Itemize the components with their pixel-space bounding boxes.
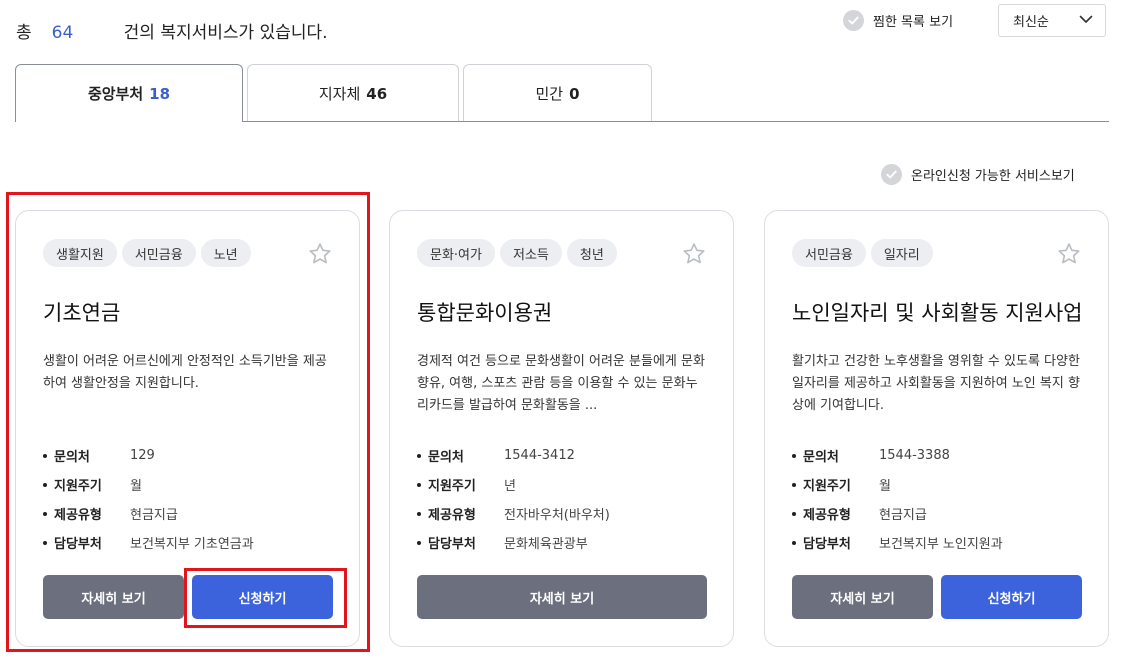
info-row-type: 제공유형 현금지급 — [792, 499, 1003, 528]
card-tags: 문화·여가 저소득 청년 — [417, 239, 622, 267]
service-card: 문화·여가 저소득 청년 통합문화이용권 경제적 여건 등으로 문화생활이 어려… — [389, 210, 734, 647]
card-tags: 서민금융 일자리 — [792, 239, 938, 267]
info-value: 전자바우처(바우처) — [504, 508, 610, 523]
info-value: 1544-3388 — [879, 448, 950, 463]
star-icon[interactable] — [681, 241, 707, 267]
favorites-toggle[interactable]: 찜한 목록 보기 — [843, 10, 953, 31]
tab-count: 18 — [149, 84, 171, 103]
info-row-contact: 문의처 1544-3412 — [417, 441, 610, 470]
info-value: 년 — [504, 479, 516, 494]
info-value: 보건복지부 노인지원과 — [879, 537, 1003, 552]
summary-suffix: 건의 복지서비스가 있습니다. — [123, 23, 328, 43]
summary-prefix: 총 — [16, 23, 32, 43]
online-application-toggle[interactable]: 온라인신청 가능한 서비스보기 — [881, 164, 1075, 185]
sort-selected-value: 최신순 — [1013, 15, 1049, 30]
info-row-type: 제공유형 전자바우처(바우처) — [417, 499, 610, 528]
card-description: 경제적 여건 등으로 문화생활이 어려운 분들에게 문화 향유, 여행, 스포츠… — [417, 354, 705, 413]
card-actions: 자세히 보기 — [417, 575, 707, 619]
info-value: 월 — [879, 479, 891, 494]
online-toggle-label: 온라인신청 가능한 서비스보기 — [911, 169, 1075, 184]
highlight-box-apply-button — [184, 568, 347, 628]
info-label: 제공유형 — [428, 508, 476, 523]
tab-central[interactable]: 중앙부처 18 — [15, 64, 243, 122]
result-count: 64 — [51, 23, 74, 43]
sort-select[interactable]: 최신순 — [998, 4, 1106, 37]
tab-private[interactable]: 민간 0 — [463, 64, 652, 122]
card-title: 노인일자리 및 사회활동 지원사업 — [792, 301, 1083, 325]
info-row-dept: 담당부처 보건복지부 노인지원과 — [792, 528, 1003, 557]
category-tabs: 중앙부처 18 지자체 46 민간 0 — [15, 64, 656, 122]
tab-label: 지자체 — [318, 85, 361, 103]
check-icon — [881, 164, 902, 185]
card-title: 통합문화이용권 — [417, 301, 553, 325]
card-description: 활기차고 건강한 노후생활을 영위할 수 있도록 다양한 일자리를 제공하고 사… — [792, 354, 1080, 413]
tag: 일자리 — [870, 239, 933, 267]
tab-local[interactable]: 지자체 46 — [247, 64, 459, 122]
tab-divider — [243, 121, 1109, 122]
info-row-dept: 담당부처 문화체육관광부 — [417, 528, 610, 557]
tab-label: 중앙부처 — [87, 85, 144, 103]
star-icon[interactable] — [1056, 241, 1082, 267]
info-label: 문의처 — [428, 450, 464, 465]
tab-count: 46 — [366, 84, 388, 103]
info-label: 지원주기 — [803, 479, 851, 494]
chevron-down-icon — [1079, 13, 1093, 28]
tag: 저소득 — [499, 239, 562, 267]
info-value: 현금지급 — [879, 508, 927, 523]
card-info: 문의처 1544-3388 지원주기 월 제공유형 현금지급 담당부처 보건복지부 노인… — [792, 441, 1003, 557]
info-label: 담당부처 — [803, 537, 851, 552]
tag: 청년 — [566, 239, 617, 267]
info-value: 1544-3412 — [504, 448, 575, 463]
card-actions: 자세히 보기 신청하기 — [792, 575, 1082, 619]
info-label: 지원주기 — [428, 479, 476, 494]
tag: 문화·여가 — [417, 239, 495, 267]
info-label: 제공유형 — [803, 508, 851, 523]
tab-label: 민간 — [535, 85, 564, 103]
info-row-cycle: 지원주기 년 — [417, 470, 610, 499]
apply-button[interactable]: 신청하기 — [941, 575, 1082, 619]
card-info: 문의처 1544-3412 지원주기 년 제공유형 전자바우처(바우처) 담당부처 문화… — [417, 441, 610, 557]
tab-count: 0 — [569, 84, 580, 103]
info-label: 문의처 — [803, 450, 839, 465]
service-card: 서민금융 일자리 노인일자리 및 사회활동 지원사업 활기차고 건강한 노후생활… — [764, 210, 1109, 647]
info-row-cycle: 지원주기 월 — [792, 470, 1003, 499]
info-value: 문화체육관광부 — [504, 537, 588, 552]
info-label: 담당부처 — [428, 537, 476, 552]
result-summary: 총 64 건의 복지서비스가 있습니다. — [16, 18, 328, 43]
check-icon — [843, 10, 864, 31]
detail-button[interactable]: 자세히 보기 — [792, 575, 933, 619]
favorites-toggle-label: 찜한 목록 보기 — [873, 15, 954, 30]
tag: 서민금융 — [792, 239, 866, 267]
info-row-contact: 문의처 1544-3388 — [792, 441, 1003, 470]
detail-button[interactable]: 자세히 보기 — [417, 575, 707, 619]
